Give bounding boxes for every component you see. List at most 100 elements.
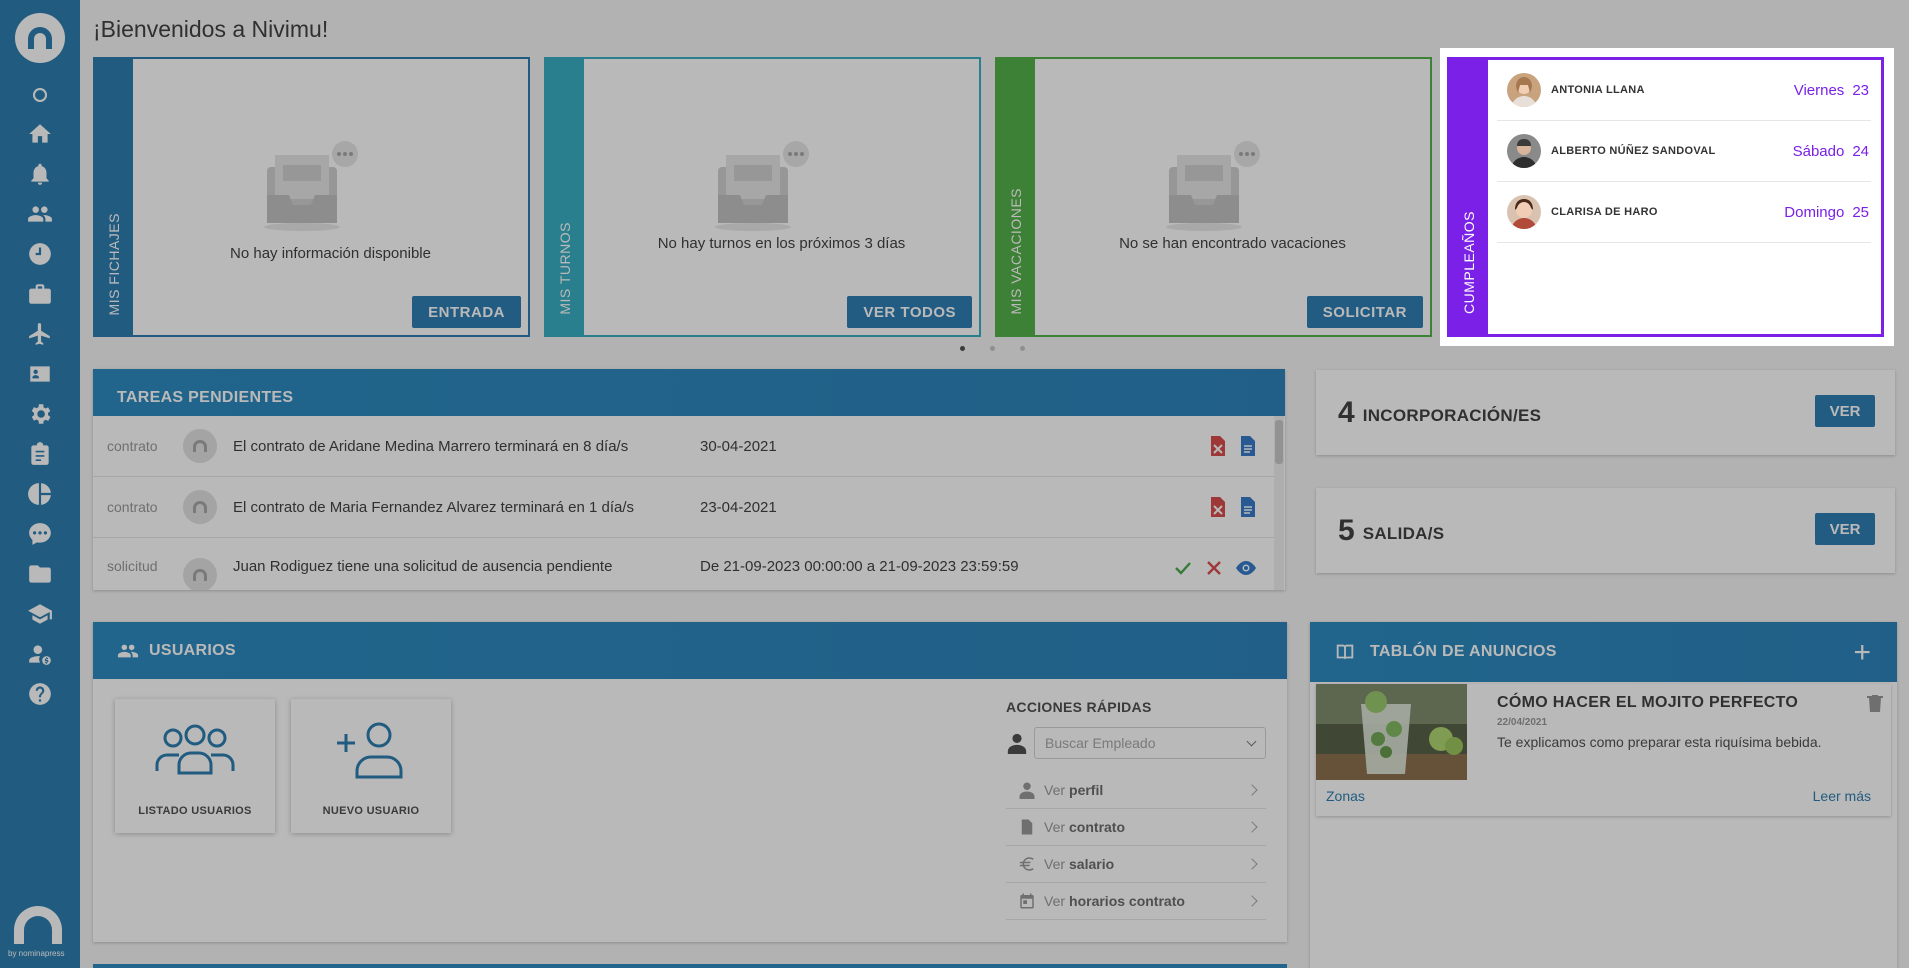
task-row: contrato El contrato de Aridane Medina M…	[93, 416, 1275, 477]
card-label: CUMPLEAÑOS	[1461, 210, 1477, 314]
card-fichajes: MIS FICHAJES No hay información disponib…	[93, 57, 530, 337]
brand-logo	[12, 906, 64, 946]
sidebar-item-reports[interactable]	[0, 474, 80, 514]
sidebar-item-documents[interactable]	[0, 554, 80, 594]
ver-todos-button[interactable]: VER TODOS	[847, 296, 972, 328]
panel-title: TABLÓN DE ANUNCIOS	[1370, 643, 1557, 660]
card-label: MIS VACACIONES	[1008, 188, 1024, 315]
stat-label: INCORPORACIÓN/ES	[1362, 405, 1542, 425]
birthday-date: 25	[1852, 203, 1869, 221]
delete-doc-icon[interactable]	[1209, 435, 1227, 457]
scrollbar[interactable]	[1274, 416, 1284, 590]
card-vacaciones: MIS VACACIONES No se han encontrado vaca…	[995, 57, 1432, 337]
acciones-title: ACCIONES RÁPIDAS	[1006, 699, 1152, 715]
solicitar-button[interactable]: SOLICITAR	[1306, 296, 1423, 328]
card-strip: CUMPLEAÑOS	[1450, 60, 1488, 334]
incorporaciones-card: 4 INCORPORACIÓN/ES VER	[1316, 370, 1895, 455]
user-icon	[1019, 782, 1035, 799]
folder-icon	[29, 565, 51, 583]
panel-header: USUARIOS	[93, 622, 1287, 679]
ver-contrato-action[interactable]: Ver contrato	[1006, 809, 1266, 846]
action-prefix: Ver	[1044, 819, 1066, 835]
task-text: El contrato de Aridane Medina Marrero te…	[233, 437, 629, 455]
app-logo[interactable]	[15, 13, 65, 63]
buscar-empleado-select[interactable]: Buscar Empleado	[1034, 727, 1266, 759]
euro-icon	[1019, 857, 1034, 871]
sidebar-item-users[interactable]	[0, 194, 80, 234]
stat-count: 5	[1338, 513, 1355, 547]
close-icon[interactable]	[1205, 559, 1223, 577]
stat-count: 4	[1338, 395, 1355, 429]
sidebar-item-tasks[interactable]	[0, 434, 80, 474]
task-date: 30-04-2021	[700, 437, 777, 455]
mojito-image	[1316, 684, 1467, 780]
nuevo-usuario-tile[interactable]: NUEVO USUARIO	[291, 699, 451, 833]
avatar	[1507, 134, 1541, 168]
birthday-date: 23	[1852, 81, 1869, 99]
sidebar-item-settings[interactable]	[0, 394, 80, 434]
action-label: perfil	[1069, 782, 1104, 798]
entrada-button[interactable]: ENTRADA	[412, 296, 521, 328]
leer-mas-link[interactable]: Leer más	[1813, 788, 1871, 804]
sidebar-item-jobs[interactable]	[0, 274, 80, 314]
card-strip: MIS FICHAJES	[95, 59, 133, 335]
carousel-dot[interactable]	[1020, 346, 1025, 351]
ver-salidas-button[interactable]: VER	[1815, 513, 1875, 545]
carousel-dot[interactable]	[990, 346, 995, 351]
sidebar-item-payroll[interactable]	[0, 634, 80, 674]
card-strip: MIS TURNOS	[546, 59, 584, 335]
task-row: solicitud Juan Rodiguez tiene una solici…	[93, 538, 1275, 590]
sidebar-item-training[interactable]	[0, 594, 80, 634]
card-turnos: MIS TURNOS No hay turnos en los próximos…	[544, 57, 981, 337]
task-type: contrato	[107, 438, 158, 454]
action-label: salario	[1069, 856, 1115, 872]
users-icon	[28, 206, 52, 222]
ver-horarios-action[interactable]: Ver horarios contrato	[1006, 883, 1266, 920]
search-placeholder: Buscar Empleado	[1045, 735, 1156, 751]
sidebar-item-vacations[interactable]	[0, 314, 80, 354]
briefcase-icon	[29, 284, 51, 304]
sidebar-item-chat[interactable]	[0, 514, 80, 554]
avatar	[183, 429, 217, 463]
card-label: MIS TURNOS	[557, 222, 573, 315]
chat-icon	[29, 523, 51, 545]
sidebar-item-time[interactable]	[0, 234, 80, 274]
carousel-dot[interactable]	[960, 346, 965, 351]
card-label: MIS FICHAJES	[106, 212, 122, 315]
gear-icon	[31, 404, 51, 424]
ver-perfil-action[interactable]: Ver perfil	[1006, 772, 1266, 809]
help-icon	[29, 683, 51, 705]
add-anuncio-button[interactable]: +	[1853, 636, 1871, 670]
ver-incorporaciones-button[interactable]: VER	[1815, 395, 1875, 427]
sidebar-item-home[interactable]	[0, 114, 80, 154]
ver-salario-action[interactable]: Ver salario	[1006, 846, 1266, 883]
user-money-icon	[29, 645, 51, 665]
home-icon	[29, 124, 51, 143]
action-label: horarios contrato	[1069, 893, 1185, 909]
listado-usuarios-tile[interactable]: LISTADO USUARIOS	[115, 699, 275, 833]
person-icon	[1007, 733, 1027, 754]
check-icon[interactable]	[1173, 558, 1193, 578]
birthday-name: ALBERTO NÚÑEZ SANDOVAL	[1551, 145, 1716, 157]
birthday-row: ALBERTO NÚÑEZ SANDOVAL Sábado 24	[1497, 121, 1871, 182]
chevron-right-icon	[1246, 895, 1258, 907]
trash-icon[interactable]	[1867, 694, 1883, 712]
birthday-day: Domingo	[1784, 203, 1845, 221]
add-user-icon	[337, 722, 403, 779]
document-icon[interactable]	[1239, 435, 1257, 457]
eye-icon[interactable]	[1235, 559, 1257, 577]
document-icon	[1021, 819, 1033, 835]
sidebar-item-profile[interactable]	[0, 354, 80, 394]
birthday-row: ANTONIA LLANA Viernes 23	[1497, 60, 1871, 121]
anuncio-tag[interactable]: Zonas	[1326, 788, 1365, 804]
empty-inbox-icon	[714, 141, 809, 231]
delete-doc-icon[interactable]	[1209, 496, 1227, 518]
sidebar-item-notifications[interactable]	[0, 154, 80, 194]
book-icon	[1336, 644, 1354, 660]
tile-label: NUEVO USUARIO	[322, 805, 420, 817]
bell-icon	[31, 163, 49, 185]
avatar	[1507, 73, 1541, 107]
document-icon[interactable]	[1239, 496, 1257, 518]
sidebar-item-help[interactable]	[0, 674, 80, 714]
chevron-right-icon	[1246, 858, 1258, 870]
